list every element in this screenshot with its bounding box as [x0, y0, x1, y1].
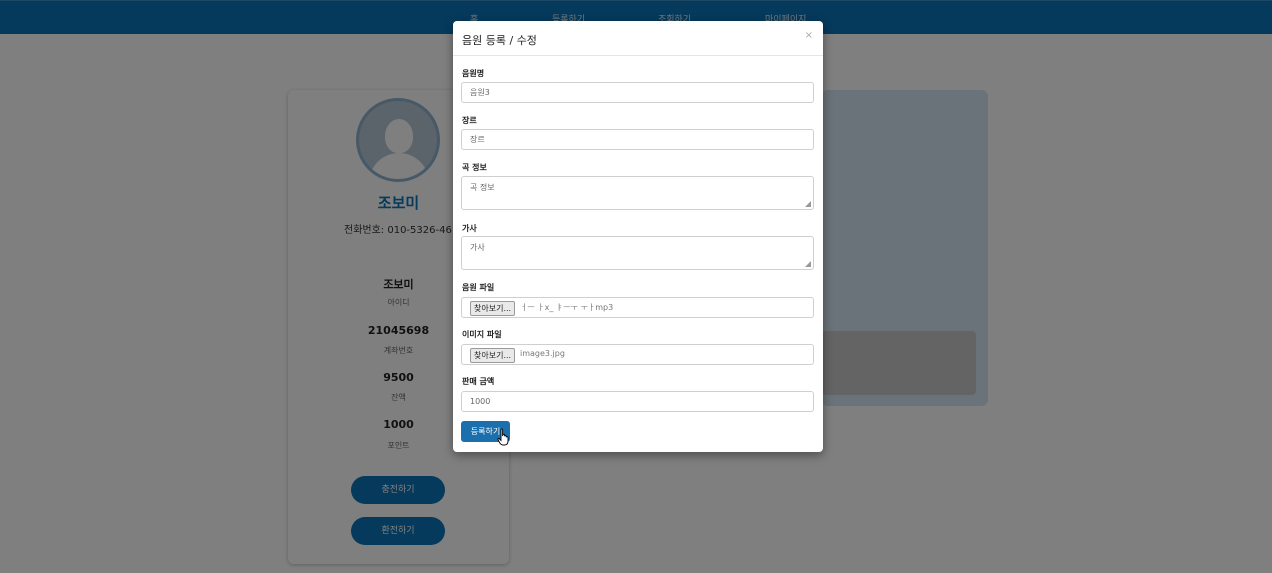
genre-label: 장르 [462, 116, 477, 125]
song-info-text: 곡 정보 [470, 183, 495, 192]
price-input[interactable]: 1000 [461, 391, 814, 412]
song-register-modal: 음원 등록 / 수정 × 음원명 음원3 장르 장르 곡 정보 곡 정보 가사 … [453, 21, 823, 452]
lyrics-text: 가사 [470, 243, 485, 252]
audio-file-name: ㅓㅡ ㅏx_ ㅑㅡㅜ ㅜㅏmp3 [520, 303, 614, 312]
hand-cursor-icon [497, 428, 509, 446]
genre-input[interactable]: 장르 [461, 129, 814, 150]
lyrics-textarea[interactable]: 가사 [461, 236, 814, 270]
audio-file-input[interactable]: 찾아보기... ㅓㅡ ㅏx_ ㅑㅡㅜ ㅜㅏmp3 [461, 297, 814, 318]
audio-file-label: 음원 파일 [462, 283, 495, 292]
image-file-label: 이미지 파일 [462, 330, 502, 339]
image-file-input[interactable]: 찾아보기... image3.jpg [461, 344, 814, 365]
resize-handle-icon[interactable] [805, 201, 811, 207]
image-browse-button[interactable]: 찾아보기... [470, 348, 516, 363]
close-icon[interactable]: × [805, 30, 813, 41]
song-info-label: 곡 정보 [462, 163, 487, 172]
song-name-input[interactable]: 음원3 [461, 82, 814, 103]
song-info-textarea[interactable]: 곡 정보 [461, 176, 814, 210]
lyrics-label: 가사 [462, 224, 477, 233]
image-file-name: image3.jpg [520, 349, 565, 358]
audio-browse-button[interactable]: 찾아보기... [470, 301, 516, 316]
modal-title: 음원 등록 / 수정 [462, 34, 537, 47]
price-label: 판매 금액 [462, 377, 495, 386]
modal-header: 음원 등록 / 수정 × [453, 21, 823, 56]
resize-handle-icon[interactable] [805, 261, 811, 267]
song-name-label: 음원명 [462, 69, 485, 78]
